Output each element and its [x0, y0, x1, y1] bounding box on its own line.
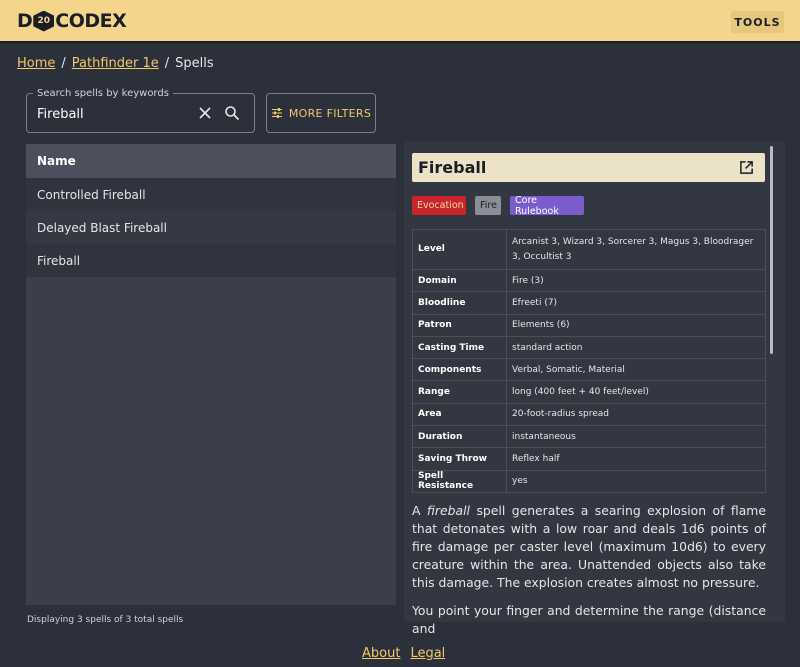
property-value: Elements (6) [506, 313, 766, 337]
table-row: Bloodline Efreeti (7) [412, 291, 766, 315]
table-row: Range long (400 feet + 40 feet/level) [412, 380, 766, 404]
about-link[interactable]: About [362, 646, 400, 661]
tools-button[interactable]: TOOLS [731, 11, 784, 33]
description-prefix: A [412, 503, 427, 518]
list-count-text: Displaying 3 spells of 3 total spells [27, 615, 184, 625]
logo-text-left: D [17, 10, 33, 32]
breadcrumb-home[interactable]: Home [17, 56, 55, 71]
spell-name-italic: fireball [426, 503, 470, 518]
more-filters-button[interactable]: MORE FILTERS [266, 93, 376, 133]
d20-icon: 20 [33, 10, 55, 32]
school-tag[interactable]: Evocation [412, 196, 466, 215]
breadcrumb-separator: / [164, 56, 170, 71]
property-value: instantaneous [506, 425, 766, 449]
more-filters-label: MORE FILTERS [288, 106, 372, 120]
property-value: Efreeti (7) [506, 291, 766, 315]
descriptor-tag[interactable]: Fire [475, 196, 501, 215]
table-row: Spell Resistance yes [412, 469, 766, 493]
open-in-new-icon[interactable] [739, 160, 754, 175]
table-row: Level Arcanist 3, Wizard 3, Sorcerer 3, … [412, 229, 766, 270]
breadcrumb: Home / Pathfinder 1e / Spells [17, 56, 214, 71]
table-row: Domain Fire (3) [412, 268, 766, 293]
table-row: Duration instantaneous [412, 425, 766, 449]
search-input[interactable]: Search spells by keywords Fireball [26, 88, 255, 133]
detail-scrollbar[interactable] [770, 146, 773, 354]
property-key: Duration [412, 425, 507, 449]
description-paragraph: A fireball spell generates a searing exp… [412, 502, 766, 592]
property-value: Verbal, Somatic, Material [506, 358, 766, 382]
search-value[interactable]: Fireball [37, 107, 84, 122]
list-header-name[interactable]: Name [26, 144, 396, 178]
spell-description: A fireball spell generates a searing exp… [412, 502, 766, 648]
property-value: yes [506, 469, 766, 493]
search-icon[interactable] [224, 105, 240, 121]
property-key: Patron [412, 313, 507, 337]
breadcrumb-separator: / [61, 56, 66, 71]
breadcrumb-current: Spells [175, 56, 214, 71]
property-key: Range [412, 380, 507, 404]
property-value: Reflex half [506, 447, 766, 471]
property-value: Arcanist 3, Wizard 3, Sorcerer 3, Magus … [506, 229, 766, 270]
site-logo[interactable]: D 20 CODEX [17, 10, 127, 32]
property-value: standard action [506, 335, 766, 360]
clear-icon[interactable] [197, 105, 213, 121]
property-key: Level [412, 229, 507, 270]
filter-sliders-icon [271, 108, 282, 118]
table-row: Casting Time standard action [412, 335, 766, 360]
top-bar: D 20 CODEX TOOLS [0, 0, 800, 43]
legal-link[interactable]: Legal [410, 646, 445, 661]
logo-text-right: CODEX [55, 10, 127, 32]
spell-title: Fireball [418, 158, 487, 177]
spell-list: Name Controlled Fireball Delayed Blast F… [26, 144, 396, 605]
search-label: Search spells by keywords [33, 88, 173, 99]
property-key: Saving Throw [412, 447, 507, 471]
list-item[interactable]: Delayed Blast Fireball [26, 211, 396, 244]
property-value: 20-foot-radius spread [506, 402, 766, 427]
property-key: Area [412, 402, 507, 427]
property-key: Bloodline [412, 291, 507, 315]
table-row: Area 20-foot-radius spread [412, 402, 766, 427]
breadcrumb-game[interactable]: Pathfinder 1e [72, 56, 159, 71]
source-tag[interactable]: Core Rulebook [510, 195, 584, 217]
property-key: Domain [412, 268, 507, 293]
list-item[interactable]: Fireball [26, 244, 396, 277]
table-row: Saving Throw Reflex half [412, 447, 766, 471]
property-key: Components [412, 358, 507, 382]
property-value: long (400 feet + 40 feet/level) [506, 380, 766, 404]
spell-properties-table: Level Arcanist 3, Wizard 3, Sorcerer 3, … [412, 229, 766, 493]
spell-title-bar: Fireball [412, 153, 765, 182]
footer-links: About Legal [362, 646, 445, 661]
property-key: Casting Time [412, 335, 507, 360]
table-row: Components Verbal, Somatic, Material [412, 358, 766, 382]
property-value: Fire (3) [506, 268, 766, 293]
list-item[interactable]: Controlled Fireball [26, 178, 396, 211]
property-key: Spell Resistance [412, 469, 507, 493]
description-paragraph: You point your finger and determine the … [412, 603, 766, 636]
spell-tags: Evocation Fire Core Rulebook [412, 195, 584, 217]
table-row: Patron Elements (6) [412, 313, 766, 337]
